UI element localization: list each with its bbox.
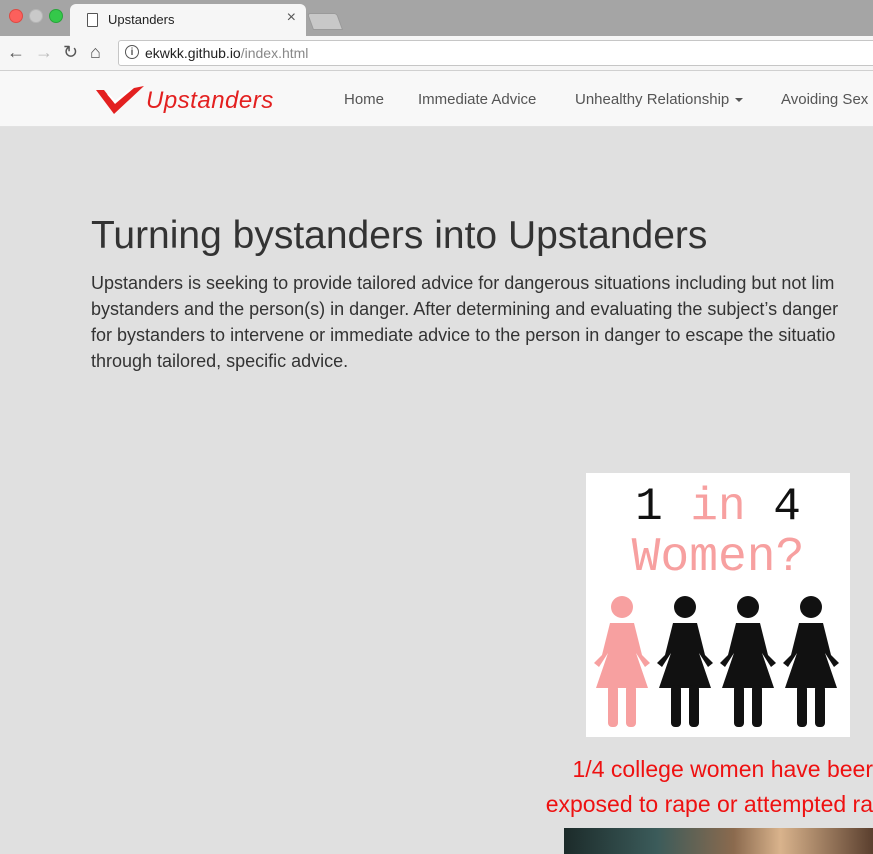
women-figures-icon: [594, 596, 839, 727]
woman-figure-black: [783, 596, 839, 727]
hero-line: Upstanders is seeking to provide tailore…: [91, 273, 835, 293]
nav-unhealthy-relationship[interactable]: Unhealthy Relationship: [575, 91, 744, 108]
close-window-button[interactable]: [9, 9, 23, 23]
nav-home[interactable]: Home: [344, 91, 384, 108]
browser-titlebar: Upstanders ×: [0, 0, 873, 36]
forward-arrow-icon[interactable]: →: [35, 42, 53, 62]
minimize-window-button[interactable]: [29, 9, 43, 23]
maximize-window-button[interactable]: [49, 9, 63, 23]
students-photo: [564, 828, 873, 854]
brand-name: Upstanders: [146, 87, 274, 114]
reload-icon[interactable]: ↻: [63, 42, 78, 62]
statistic-line: 1/4 college women have beer: [572, 756, 873, 782]
address-bar[interactable]: i ekwkk.github.io/index.html: [118, 40, 873, 66]
caret-down-icon: [735, 98, 744, 103]
tab-close-icon[interactable]: ×: [287, 9, 296, 27]
infographic-women: Women?: [631, 531, 805, 585]
site-navbar: Upstanders Home Immediate Advice Unhealt…: [0, 71, 873, 127]
infographic-ratio-1: 1: [635, 481, 691, 533]
nav-immediate-advice[interactable]: Immediate Advice: [418, 91, 536, 108]
nav-unhealthy-relationship-label: Unhealthy Relationship: [575, 91, 730, 108]
infographic-ratio: 1 in 4: [586, 481, 850, 533]
nav-avoiding-sex[interactable]: Avoiding Sex: [781, 91, 868, 108]
back-arrow-icon[interactable]: ←: [7, 42, 25, 62]
hero-description: Upstanders is seeking to provide tailore…: [91, 270, 873, 374]
woman-figure-black: [720, 596, 776, 727]
woman-figure-black: [657, 596, 713, 727]
new-tab-button[interactable]: [306, 13, 344, 30]
one-in-four-infographic: 1 in 4 Women?: [586, 473, 850, 737]
tab-title: Upstanders: [108, 12, 175, 27]
info-icon[interactable]: i: [125, 45, 139, 59]
infographic-ratio-4: 4: [745, 481, 801, 533]
hero-title: Turning bystanders into Upstanders: [91, 214, 708, 257]
hero-line: through tailored, specific advice.: [91, 351, 349, 371]
checkmark-logo-icon: [96, 86, 144, 114]
hero-line: bystanders and the person(s) in danger. …: [91, 299, 839, 319]
browser-tab[interactable]: Upstanders ×: [70, 4, 306, 36]
document-icon: [87, 13, 98, 27]
woman-figure-pink: [594, 596, 650, 727]
browser-toolbar: ← → ↻ ⌂ i ekwkk.github.io/index.html: [0, 36, 873, 71]
home-icon[interactable]: ⌂: [90, 42, 101, 62]
infographic-ratio-in: in: [690, 481, 746, 533]
brand-logo[interactable]: Upstanders: [94, 84, 310, 118]
statistic-text: 1/4 college women have beer exposed to r…: [520, 752, 873, 822]
statistic-line: exposed to rape or attempted ra: [545, 791, 873, 817]
hero-line: for bystanders to intervene or immediate…: [91, 325, 836, 345]
url-path: /index.html: [240, 45, 309, 61]
url-text: ekwkk.github.io/index.html: [145, 45, 308, 61]
url-host: ekwkk.github.io: [145, 45, 241, 61]
